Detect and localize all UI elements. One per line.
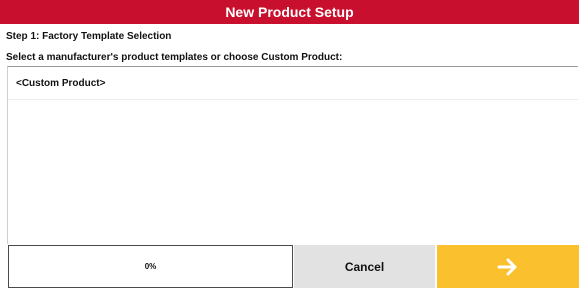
list-item-custom-product[interactable]: <Custom Product> [8, 67, 578, 100]
arrow-right-icon [497, 258, 517, 275]
progress-text: 0% [144, 262, 157, 271]
step-label: Step 1: Factory Template Selection [6, 31, 172, 42]
instruction-text: Select a manufacturer's product template… [6, 52, 343, 63]
template-list: <Custom Product> [7, 66, 578, 244]
next-button[interactable] [437, 245, 579, 288]
cancel-button[interactable]: Cancel [294, 245, 435, 288]
setup-dialog: New Product Setup Step 1: Factory Templa… [0, 0, 579, 290]
list-item-label: <Custom Product> [16, 77, 106, 89]
footer-bar: 0% Cancel [0, 244, 579, 290]
dialog-title: New Product Setup [0, 0, 579, 24]
progress-indicator: 0% [8, 245, 293, 288]
